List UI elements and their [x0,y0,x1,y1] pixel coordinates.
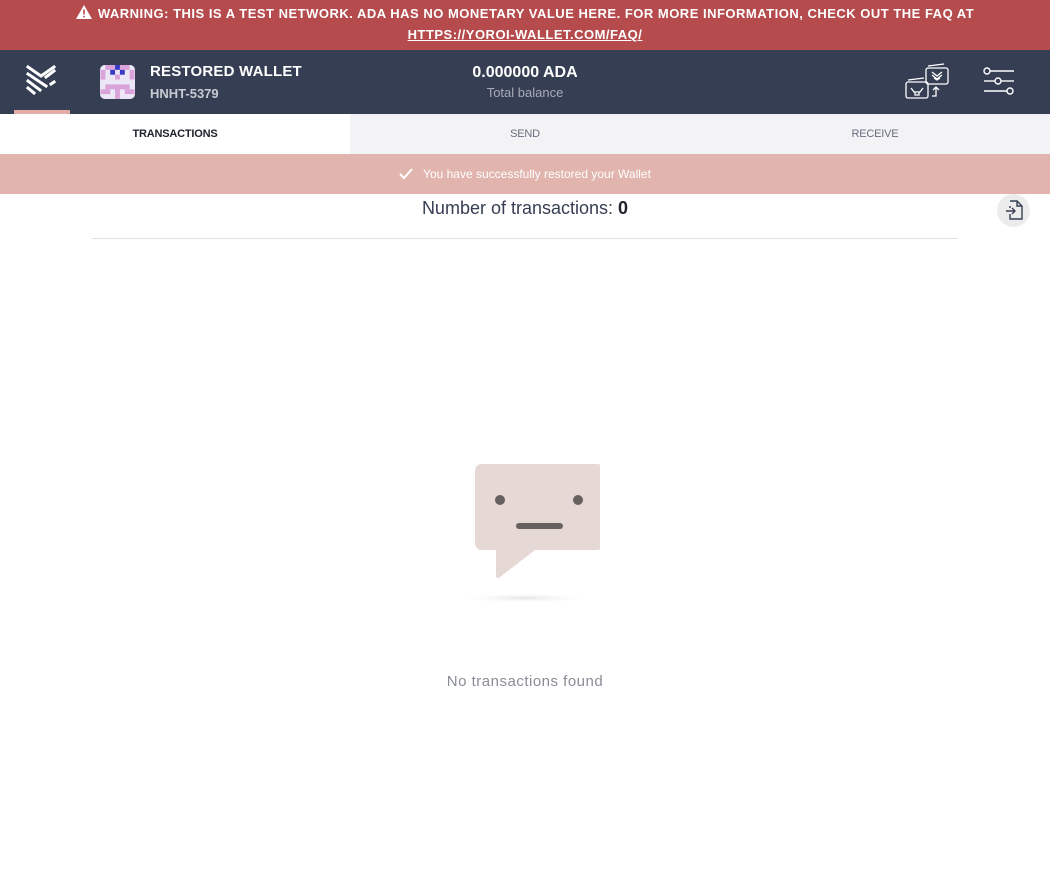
balance-label: Total balance [486,85,564,100]
wallet-plate: HNHT-5379 [150,86,219,101]
yoroi-logo-icon [25,64,57,96]
wallet-tabs: TRANSACTIONS SEND RECEIVE [0,114,1050,154]
empty-state-text: No transactions found [446,673,604,690]
empty-chat-face-icon [455,464,600,603]
settings-sliders-icon [983,67,1014,95]
faq-link[interactable]: HTTPS://YOROI-WALLET.COM/FAQ/ [408,27,643,42]
wallet-name: RESTORED WALLET [150,63,302,80]
transactions-count: 0 [618,198,629,218]
balance-amount: 0.000000 ADA [472,64,578,81]
notification-text: You have successfully restored your Wall… [423,167,651,181]
switch-wallet-button[interactable] [904,62,952,102]
switch-wallet-icon [905,63,949,99]
testnet-warning-banner: WARNING: THIS IS A TEST NETWORK. ADA HAS… [0,0,1050,50]
warning-text: WARNING: THIS IS A TEST NETWORK. ADA HAS… [97,6,975,21]
top-bar: RESTORED WALLET HNHT-5379 0.000000 ADA T… [0,50,1050,114]
empty-state: No transactions found [425,460,625,690]
wallet-avatar [100,65,135,99]
warning-triangle-icon [75,4,92,19]
summary-label: Number of transactions: [421,198,619,218]
export-transactions-button[interactable] [997,194,1030,227]
settings-button[interactable] [982,64,1018,100]
export-file-icon [1006,200,1023,220]
tab-transactions[interactable]: TRANSACTIONS [0,114,350,154]
tab-send[interactable]: SEND [350,114,700,154]
transactions-count-label: Number of transactions: 0 [422,198,628,219]
check-icon [399,156,413,196]
transactions-summary: Number of transactions: 0 [92,194,958,239]
yoroi-logo-button[interactable] [14,50,70,114]
balance: 0.000000 ADA Total balance [425,64,625,100]
restore-success-notification: You have successfully restored your Wall… [0,154,1050,194]
tab-receive[interactable]: RECEIVE [700,114,1050,154]
